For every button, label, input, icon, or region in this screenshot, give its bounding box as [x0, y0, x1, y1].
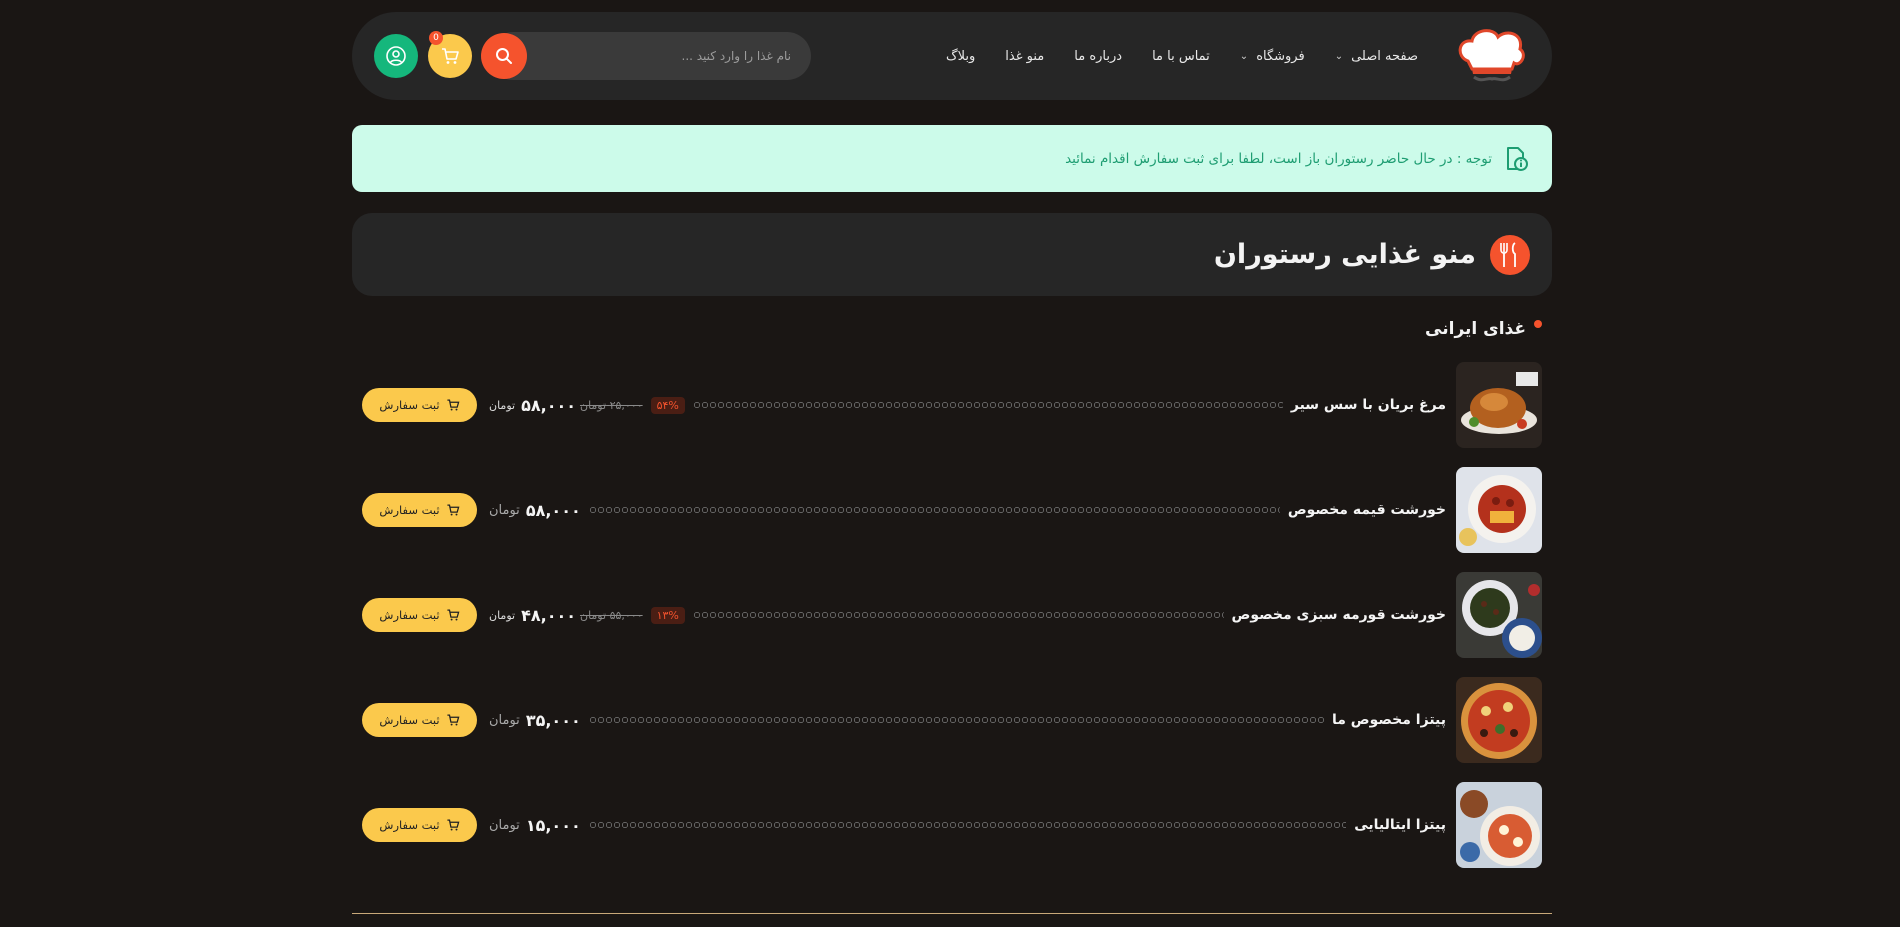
nav-blog[interactable]: وبلاگ	[946, 49, 975, 64]
nav-blog-label: وبلاگ	[946, 48, 976, 64]
cart-icon	[442, 48, 459, 64]
food-image-special-pizza	[1456, 677, 1542, 763]
search-input[interactable]	[489, 32, 811, 80]
order-button[interactable]: ثبت سفارش	[362, 808, 477, 842]
menu-item-row: پیتزا مخصوص ما ۳۵,۰۰۰ تومان ثبت سفارش	[352, 677, 1552, 763]
food-image-ghormeh-sabzi	[1456, 572, 1542, 658]
menu-item-row: پیتزا ایتالیایی ۱۵,۰۰۰ تومان ثبت سفارش	[352, 782, 1552, 868]
fork-knife-icon	[1490, 234, 1530, 275]
order-button-label: ثبت سفارش	[379, 713, 440, 727]
cart-icon	[446, 609, 460, 621]
nav-shop[interactable]: فروشگاه ⌄	[1240, 49, 1305, 64]
section-divider	[352, 913, 1552, 914]
nav-food-menu[interactable]: منو غذا	[1005, 49, 1044, 64]
food-name: خورشت قیمه مخصوص	[1287, 502, 1446, 518]
notice-text: توجه : در حال حاضر رستوران باز است، لطفا…	[1065, 150, 1492, 167]
user-account-button[interactable]	[374, 34, 418, 78]
price-unit: تومان	[489, 712, 520, 728]
price: ۵۸,۰۰۰	[525, 500, 581, 520]
nav-shop-label: فروشگاه	[1256, 48, 1305, 64]
food-name: مرغ بریان با سس سیر	[1290, 397, 1446, 413]
header-actions: 0	[374, 31, 811, 80]
old-price-unit: تومان	[579, 608, 607, 622]
category-title: غذای ایرانی	[352, 316, 1552, 342]
price: ۳۵,۰۰۰	[525, 710, 581, 730]
old-price: ۵۵,۰۰۰ تومان	[580, 609, 643, 622]
order-button-label: ثبت سفارش	[379, 818, 440, 832]
order-button-label: ثبت سفارش	[379, 503, 440, 517]
nav-contact[interactable]: تماس با ما	[1152, 49, 1210, 64]
info-doc-icon	[1507, 146, 1528, 171]
order-button[interactable]: ثبت سفارش	[362, 493, 477, 527]
menu-item-row: خورشت قورمه سبزی مخصوص ۱۳% ۵۵,۰۰۰ تومان …	[352, 572, 1552, 658]
chevron-down-icon: ⌄	[1239, 50, 1249, 62]
dotted-leader	[692, 400, 1283, 410]
dotted-leader	[588, 820, 1347, 830]
main-nav: صفحه اصلی ⌄ فروشگاه ⌄ تماس با ما درباره …	[946, 49, 1418, 64]
chevron-down-icon: ⌄	[1334, 50, 1344, 62]
restaurant-open-notice: توجه : در حال حاضر رستوران باز است، لطفا…	[352, 125, 1552, 192]
food-name: خورشت قورمه سبزی مخصوص	[1231, 607, 1446, 623]
order-button-label: ثبت سفارش	[379, 398, 440, 412]
site-header: صفحه اصلی ⌄ فروشگاه ⌄ تماس با ما درباره …	[352, 12, 1552, 100]
old-price-value: ۲۵,۰۰۰	[609, 398, 643, 412]
old-price: ۲۵,۰۰۰ تومان	[580, 399, 643, 412]
discount-badge: ۵۴%	[650, 396, 685, 414]
category-dot	[1534, 320, 1542, 328]
order-button[interactable]: ثبت سفارش	[362, 388, 477, 422]
old-price-value: ۵۵,۰۰۰	[609, 608, 643, 622]
food-image-italian-pizza	[1456, 782, 1542, 868]
order-button[interactable]: ثبت سفارش	[362, 703, 477, 737]
user-icon	[386, 46, 406, 66]
cart-icon	[446, 714, 460, 726]
price: ۱۵,۰۰۰	[525, 815, 581, 835]
price-unit: تومان	[489, 398, 516, 412]
cart-count-badge: 0	[429, 31, 443, 45]
category-title-text: غذای ایرانی	[1425, 319, 1526, 339]
search-button[interactable]	[481, 33, 527, 79]
food-name: پیتزا مخصوص ما	[1331, 712, 1446, 728]
old-price-unit: تومان	[579, 398, 607, 412]
nav-contact-label: تماس با ما	[1152, 48, 1210, 64]
nav-home[interactable]: صفحه اصلی ⌄	[1335, 49, 1418, 64]
price: ۵۸,۰۰۰	[521, 395, 576, 415]
search-bar	[481, 32, 811, 80]
menu-item-row: خورشت قیمه مخصوص ۵۸,۰۰۰ تومان ثبت سفارش	[352, 467, 1552, 553]
chef-hat-logo[interactable]	[1454, 26, 1530, 86]
nav-food-menu-label: منو غذا	[1005, 48, 1045, 64]
dotted-leader	[588, 715, 1324, 725]
cart-icon	[446, 504, 460, 516]
nav-about-label: درباره ما	[1074, 48, 1123, 64]
food-image-roast-chicken	[1456, 362, 1542, 448]
cart-icon	[446, 399, 460, 411]
dotted-leader	[692, 610, 1224, 620]
nav-about[interactable]: درباره ما	[1074, 49, 1122, 64]
price: ۴۸,۰۰۰	[521, 605, 576, 625]
food-name: پیتزا ایتالیایی	[1354, 817, 1446, 833]
cart-icon	[446, 819, 460, 831]
price-unit: تومان	[489, 502, 520, 518]
food-image-gheymeh	[1456, 467, 1542, 553]
price-unit: تومان	[489, 817, 520, 833]
discount-badge: ۱۳%	[650, 606, 685, 624]
order-button-label: ثبت سفارش	[379, 608, 440, 622]
dotted-leader	[588, 505, 1280, 515]
price-unit: تومان	[489, 608, 516, 622]
menu-header: منو غذایی رستوران	[352, 213, 1552, 296]
search-icon	[496, 48, 512, 64]
page-title: منو غذایی رستوران	[1213, 239, 1476, 270]
menu-item-row: مرغ بریان با سس سیر ۵۴% ۲۵,۰۰۰ تومان ۵۸,…	[352, 362, 1552, 448]
nav-home-label: صفحه اصلی	[1351, 48, 1418, 64]
order-button[interactable]: ثبت سفارش	[362, 598, 477, 632]
cart-button[interactable]: 0	[428, 31, 472, 78]
